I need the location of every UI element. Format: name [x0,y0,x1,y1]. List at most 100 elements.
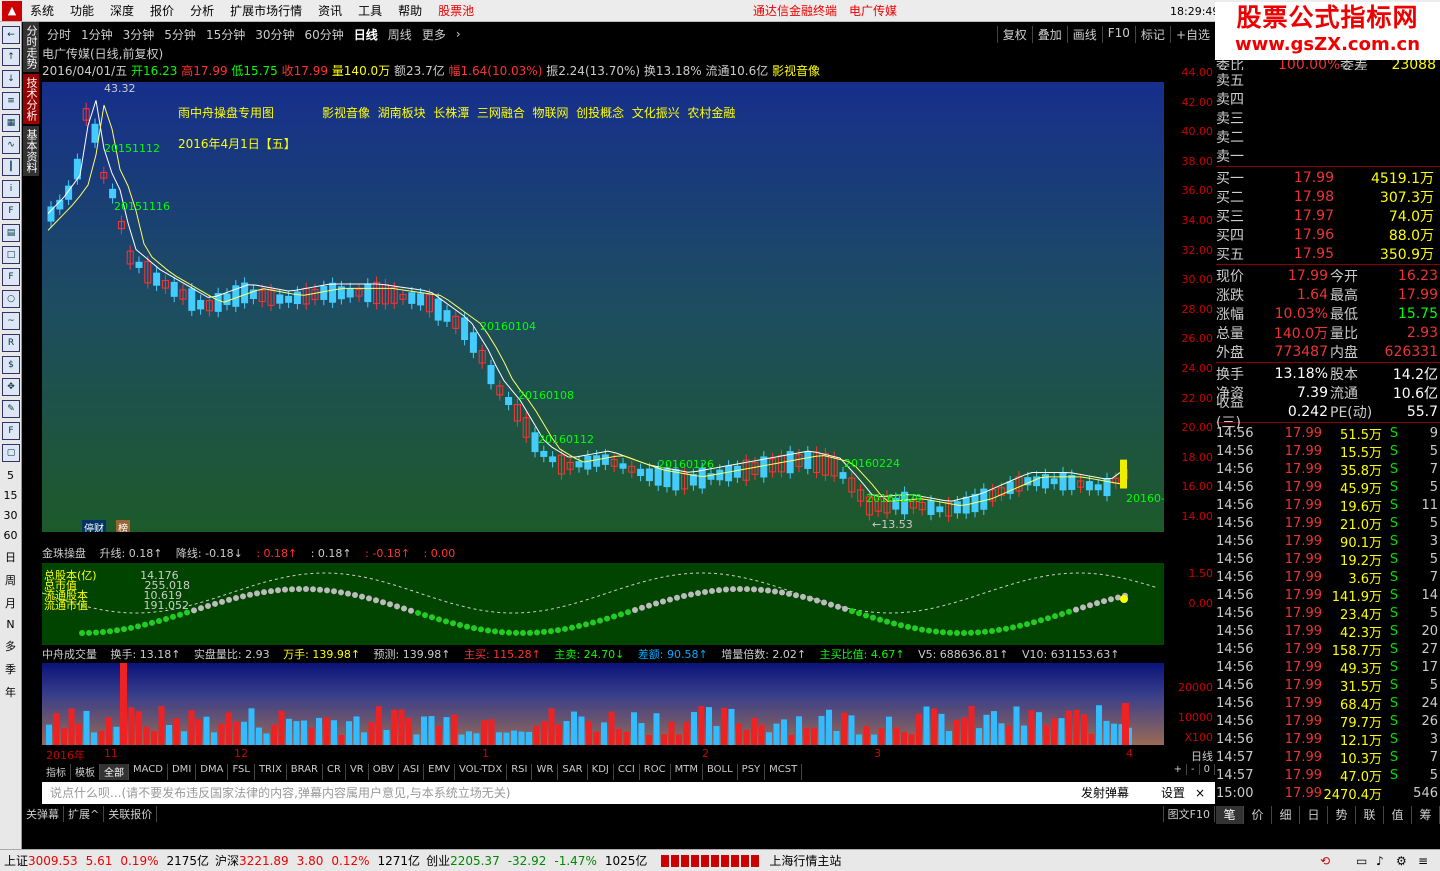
period-weekly[interactable]: 周线 [383,26,417,43]
tab-control-button[interactable]: 0 [1200,764,1215,775]
indicator-tab[interactable]: DMI [168,764,197,780]
menu-ext-market[interactable]: 扩展市场行情 [222,2,310,19]
close-icon[interactable]: × [1195,782,1205,804]
period-15[interactable]: 15 [0,489,21,502]
menu-tools[interactable]: 工具 [350,2,390,19]
quote-tab[interactable]: 联 [1356,806,1384,824]
quote-tab[interactable]: 价 [1244,806,1272,824]
period-multi[interactable]: 多 [0,638,21,654]
period-n[interactable]: N [0,618,21,631]
grid-icon[interactable]: ▦ [2,114,20,132]
indicator-tab[interactable]: ASI [399,764,425,780]
line-chart-icon[interactable]: ∿ [2,136,20,154]
refresh-icon[interactable]: ⟲ [1320,854,1330,868]
menu-help[interactable]: 帮助 [390,2,430,19]
speaker-icon[interactable]: ♪ [1376,854,1384,868]
info-icon[interactable]: i [2,180,20,198]
indicator-tab[interactable]: WR [532,764,559,780]
period-season[interactable]: 季 [0,661,21,677]
kline-icon[interactable]: ┃ [2,158,20,176]
draw-button[interactable]: 画线 [1066,25,1102,43]
period-year[interactable]: 年 [0,684,21,700]
period-1min[interactable]: 1分钟 [76,26,118,43]
indicator-tab[interactable]: MACD [129,764,168,780]
doc-icon[interactable]: □ [2,246,20,264]
indicator-tab[interactable]: VOL-TDX [455,764,508,780]
quote-tab[interactable]: 筹 [1412,806,1440,824]
quote-tab[interactable]: 笔 [1216,806,1244,824]
period-more[interactable]: 更多 [417,26,451,43]
indicator-tab[interactable]: MTM [671,764,703,780]
indicator-tab[interactable]: DMA [196,764,229,780]
indicator-tab[interactable]: 指标 [42,764,71,780]
f12-icon[interactable]: F [2,268,20,286]
indicator-tab[interactable]: BRAR [287,764,323,780]
indicator-tab[interactable]: EMV [424,764,455,780]
quote-tab[interactable]: 日 [1300,806,1328,824]
window-icon[interactable]: ▭ [1356,854,1367,868]
up-icon[interactable]: ↑ [2,48,20,66]
wave-icon[interactable]: ~ [2,312,20,330]
move-icon[interactable]: ✥ [2,378,20,396]
period-60min[interactable]: 60分钟 [300,26,349,43]
period-day[interactable]: 日 [0,549,21,565]
mark-button[interactable]: 标记 [1134,25,1170,43]
buy-row[interactable]: 买一 17.99 4519.1万 [1216,168,1440,187]
period-timeshare[interactable]: 分时 [42,26,76,43]
menu-analysis[interactable]: 分析 [182,2,222,19]
overlay-button[interactable]: 叠加 [1031,25,1067,43]
f10-text-button[interactable]: 图文F10 [1162,806,1215,822]
period-30min[interactable]: 30分钟 [250,26,299,43]
circle-icon[interactable]: ○ [2,290,20,308]
period-5[interactable]: 5 [0,469,21,482]
rsi-icon[interactable]: R [2,334,20,352]
period-week[interactable]: 周 [0,572,21,588]
buy-row[interactable]: 买五 17.95 350.9万 [1216,244,1440,263]
indicator-tab[interactable]: 模板 [71,764,100,780]
danmaku-input[interactable]: 说点什么呗...(请不要发布违反国家法律的内容,弹幕内容属用户意见,与本系统立场… [50,786,510,800]
period-5min[interactable]: 5分钟 [159,26,201,43]
down-icon[interactable]: ↓ [2,70,20,88]
indicator-tab[interactable]: TRIX [255,764,287,780]
hs-label[interactable]: 沪深 [215,852,239,869]
menu-system[interactable]: 系统 [22,2,62,19]
chevron-right-icon[interactable]: › [451,27,466,41]
kline-chart[interactable]: 雨中舟操盘专用图 影视音像 湖南板块 长株潭 三网融合 物联网 创投概念 文化振… [42,82,1164,532]
back-icon[interactable]: ← [2,26,20,44]
dollar-icon[interactable]: $ [2,356,20,374]
cy-label[interactable]: 创业 [426,852,450,869]
indicator-tab[interactable]: VR [346,764,369,780]
period-3min[interactable]: 3分钟 [118,26,160,43]
adjust-button[interactable]: 复权 [996,25,1032,43]
period-month[interactable]: 月 [0,595,21,611]
tab-control-button[interactable]: + [1170,764,1188,775]
pen-icon[interactable]: ✎ [2,400,20,418]
quote-tab[interactable]: 细 [1272,806,1300,824]
period-30[interactable]: 30 [0,509,21,522]
indicator-tab[interactable]: KDJ [588,764,614,780]
indicator-tab[interactable]: FSL [228,764,255,780]
period-daily[interactable]: 日线 [349,26,383,43]
stock-pool-button[interactable]: 股票池 [430,2,482,19]
menu-quote[interactable]: 报价 [142,2,182,19]
quote-tab[interactable]: 势 [1328,806,1356,824]
badge-rank[interactable]: 榜 [116,520,130,532]
buy-row[interactable]: 买二 17.98 307.3万 [1216,187,1440,206]
buy-row[interactable]: 买三 17.97 74.0万 [1216,206,1440,225]
indicator-tab[interactable]: OBV [369,764,399,780]
indicator-tab[interactable]: 全部 [100,764,129,780]
indicator-tab[interactable]: CCI [614,764,640,780]
list-icon[interactable]: ≡ [2,92,20,110]
period-15min[interactable]: 15分钟 [201,26,250,43]
sh-label[interactable]: 上证 [4,852,28,869]
tab-technical[interactable]: 技术分析 [23,74,39,124]
volume-chart[interactable] [42,663,1164,745]
send-danmaku-button[interactable]: 发射弹幕 [1081,782,1129,804]
add-watchlist-button[interactable]: +自选 [1169,25,1215,43]
indicator-tab[interactable]: MCST [765,764,803,780]
buy-row[interactable]: 买四 17.96 88.0万 [1216,225,1440,244]
tab-timeshare[interactable]: 分时走势 [23,22,39,72]
indicator-tab[interactable]: PSY [738,764,766,780]
menu-news[interactable]: 资讯 [310,2,350,19]
f10-button[interactable]: F10 [1101,25,1135,43]
